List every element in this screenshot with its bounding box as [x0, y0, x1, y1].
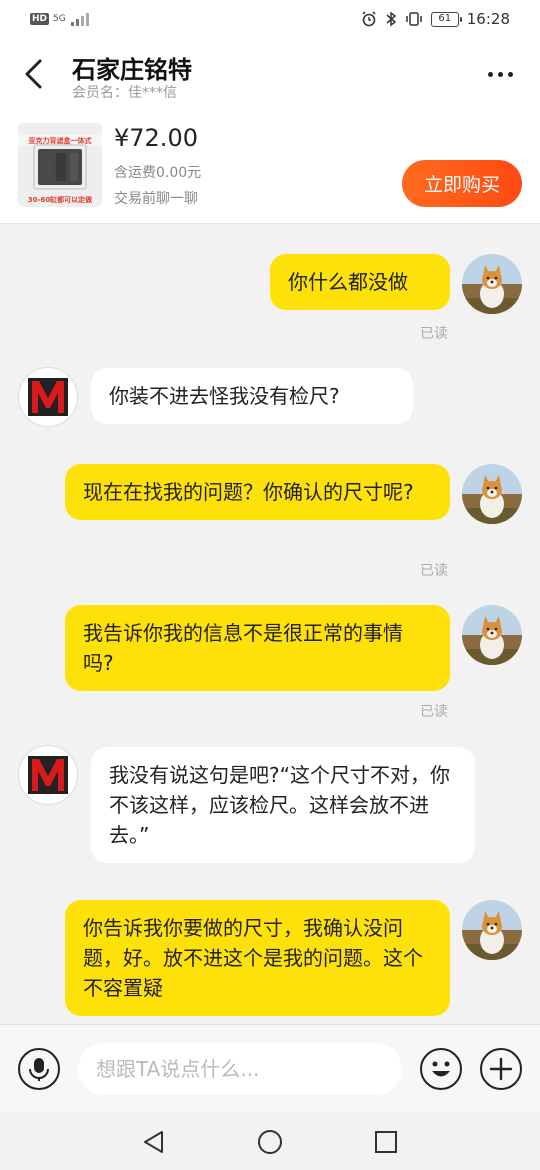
plus-icon — [489, 1057, 513, 1081]
my-avatar[interactable] — [462, 605, 522, 665]
emoji-button[interactable] — [420, 1048, 462, 1090]
corgi-avatar-icon — [462, 254, 522, 314]
chat-header: 石家庄铭特 会员名：佳***信 — [0, 40, 540, 112]
system-indicators: 61 16:28 — [361, 10, 510, 28]
buy-now-button[interactable]: 立即购买 — [402, 160, 522, 207]
shop-logo-icon — [20, 747, 76, 803]
member-name: 会员名：佳***信 — [72, 85, 177, 101]
message-bubble-theirs[interactable]: 我没有说这句是吧?“这个尺寸不对，你不该这样，应该检尺。这样会放不进去。” — [91, 747, 475, 863]
more-dot — [507, 71, 513, 77]
message-bubble-mine[interactable]: 你什么都没做 — [270, 254, 450, 310]
system-nav-bar — [0, 1112, 540, 1170]
my-avatar[interactable] — [462, 900, 522, 960]
shop-name: 石家庄铭特 — [72, 56, 192, 84]
corgi-avatar-icon — [462, 605, 522, 665]
chat-first-hint: 交易前聊一聊 — [114, 191, 198, 207]
shop-avatar[interactable] — [18, 745, 78, 805]
thumb-top-text: 亚克力背滤盒一体式 — [29, 136, 92, 145]
back-button[interactable] — [18, 54, 50, 94]
corgi-avatar-icon — [462, 900, 522, 960]
read-status: 已读 — [420, 326, 448, 342]
bluetooth-icon — [386, 11, 396, 27]
thumb-bottom-text: 30-60缸都可以定做 — [28, 195, 93, 204]
shop-avatar[interactable] — [18, 367, 78, 427]
network-indicators: HD 5G — [30, 12, 90, 26]
vibrate-icon — [406, 12, 422, 26]
voice-button[interactable] — [18, 1048, 60, 1090]
status-bar: HD 5G 61 16:28 — [0, 0, 540, 40]
message-input[interactable] — [78, 1043, 402, 1095]
nav-recents-button[interactable] — [372, 1128, 400, 1156]
shipping-info: 含运费0.00元 — [114, 165, 202, 181]
my-avatar[interactable] — [462, 464, 522, 524]
battery-level: 61 — [430, 11, 462, 27]
square-recents-icon — [375, 1131, 397, 1153]
nav-back-button[interactable] — [140, 1128, 168, 1156]
product-bar: 亚克力背滤盒一体式 30-60缸都可以定做 ¥72.00 含运费0.00元 交易… — [0, 112, 540, 224]
triangle-back-icon — [144, 1131, 163, 1153]
alarm-icon — [362, 11, 376, 27]
microphone-icon — [29, 1058, 49, 1081]
message-bubble-mine[interactable]: 现在在找我的问题？你确认的尺寸呢? — [65, 464, 450, 520]
clock: 16:28 — [466, 10, 510, 28]
emoji-icon — [432, 1061, 450, 1077]
product-thumbnail[interactable]: 亚克力背滤盒一体式 30-60缸都可以定做 — [18, 123, 102, 207]
add-button[interactable] — [480, 1048, 522, 1090]
more-dot — [497, 71, 503, 77]
hd-badge: HD — [30, 13, 50, 25]
more-button[interactable] — [482, 62, 518, 86]
nav-home-button[interactable] — [256, 1128, 284, 1156]
chevron-left-icon — [25, 59, 42, 89]
my-avatar[interactable] — [462, 254, 522, 314]
input-bar — [0, 1024, 540, 1112]
product-image: 亚克力背滤盒一体式 30-60缸都可以定做 — [18, 123, 102, 207]
corgi-avatar-icon — [462, 464, 522, 524]
more-dots-icon — [487, 71, 493, 77]
product-price: ¥72.00 — [114, 124, 198, 152]
network-generation: 5G — [53, 13, 66, 24]
message-bubble-mine[interactable]: 你告诉我你要做的尺寸，我确认没问题，好。放不进这个是我的问题。这个不容置疑 — [65, 900, 450, 1016]
read-status: 已读 — [420, 704, 448, 720]
signal-icon — [70, 13, 89, 26]
read-status: 已读 — [420, 563, 448, 579]
message-bubble-theirs[interactable]: 你装不进去怪我没有检尺? — [91, 368, 413, 424]
message-bubble-mine[interactable]: 我告诉你我的信息不是很正常的事情吗? — [65, 605, 450, 691]
circle-home-icon — [258, 1130, 282, 1154]
shop-logo-icon — [20, 369, 76, 425]
